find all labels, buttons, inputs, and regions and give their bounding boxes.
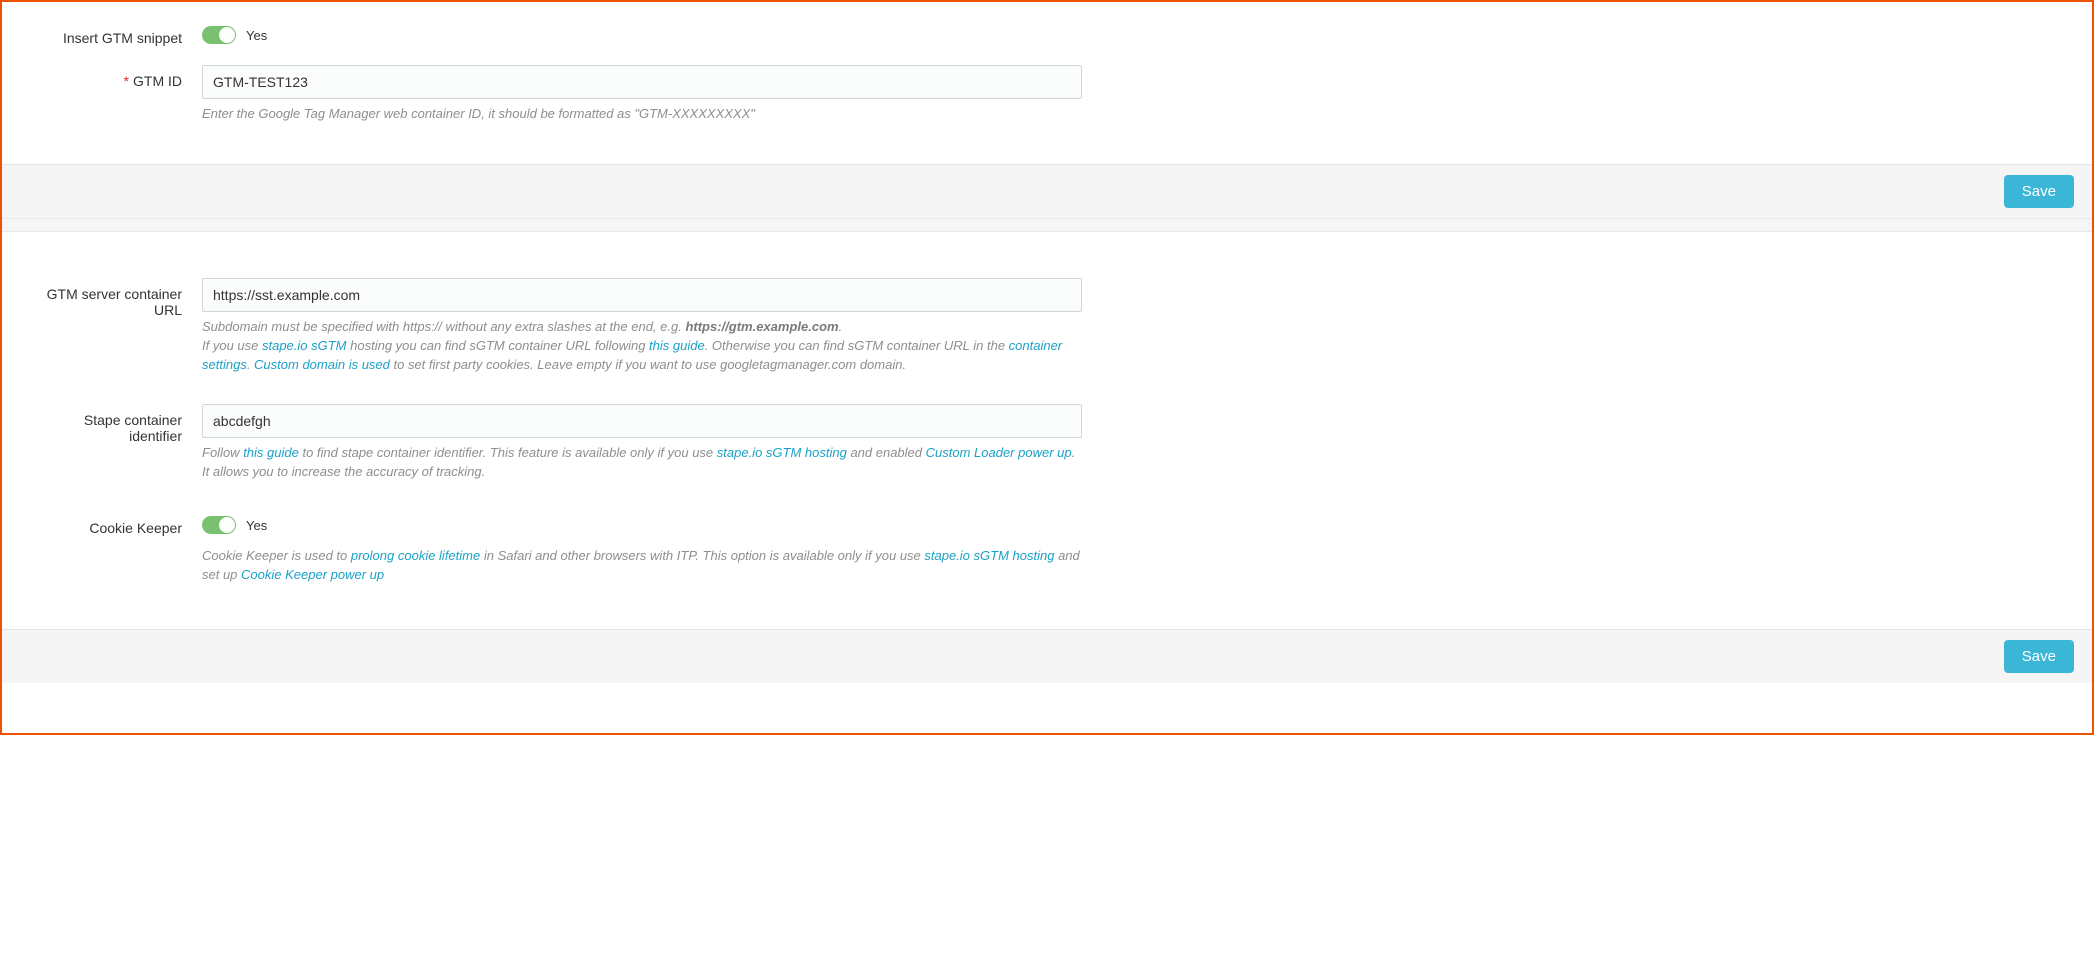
row-stape-id: Stape container identifier Follow this g… <box>32 404 2062 482</box>
row-gtm-id: *GTM ID Enter the Google Tag Manager web… <box>32 65 2062 124</box>
link-this-guide-url[interactable]: this guide <box>649 338 705 353</box>
row-cookie-keeper: Cookie Keeper Yes Cookie Keeper is used … <box>32 512 2062 585</box>
link-stape-hosting-3[interactable]: stape.io sGTM hosting <box>924 548 1054 563</box>
insert-snippet-label: Insert GTM snippet <box>32 22 202 46</box>
section2-footer: Save <box>2 629 2092 683</box>
cookie-keeper-help: Cookie Keeper is used to prolong cookie … <box>202 547 1082 585</box>
insert-snippet-state: Yes <box>246 28 267 43</box>
gtm-snippet-section: Insert GTM snippet Yes *GTM ID Enter the… <box>2 2 2092 164</box>
row-server-url: GTM server container URL Subdomain must … <box>32 278 2062 375</box>
section1-footer: Save <box>2 164 2092 218</box>
gtm-id-input[interactable] <box>202 65 1082 99</box>
settings-panel: Insert GTM snippet Yes *GTM ID Enter the… <box>0 0 2094 735</box>
stape-id-label: Stape container identifier <box>32 404 202 444</box>
gtm-id-help: Enter the Google Tag Manager web contain… <box>202 105 1082 124</box>
link-stape-hosting[interactable]: stape.io sGTM <box>262 338 347 353</box>
insert-snippet-toggle[interactable]: Yes <box>202 26 267 44</box>
stape-id-input[interactable] <box>202 404 1082 438</box>
save-button[interactable]: Save <box>2004 175 2074 208</box>
toggle-icon <box>202 26 236 44</box>
link-custom-domain[interactable]: Custom domain is used <box>254 357 390 372</box>
row-insert-snippet: Insert GTM snippet Yes <box>32 22 2062 47</box>
cookie-keeper-label: Cookie Keeper <box>32 512 202 536</box>
server-url-help: Subdomain must be specified with https:/… <box>202 318 1082 375</box>
save-button[interactable]: Save <box>2004 640 2074 673</box>
toggle-icon <box>202 516 236 534</box>
link-prolong-cookie[interactable]: prolong cookie lifetime <box>351 548 480 563</box>
link-custom-loader[interactable]: Custom Loader power up <box>926 445 1072 460</box>
link-this-guide-stape[interactable]: this guide <box>243 445 299 460</box>
link-cookie-keeper-powerup[interactable]: Cookie Keeper power up <box>241 567 384 582</box>
server-url-label: GTM server container URL <box>32 278 202 318</box>
stape-id-help: Follow this guide to find stape containe… <box>202 444 1082 482</box>
server-url-input[interactable] <box>202 278 1082 312</box>
link-stape-hosting-2[interactable]: stape.io sGTM hosting <box>717 445 847 460</box>
section-gap <box>2 218 2092 232</box>
server-section: GTM server container URL Subdomain must … <box>2 258 2092 629</box>
cookie-keeper-state: Yes <box>246 518 267 533</box>
cookie-keeper-toggle[interactable]: Yes <box>202 516 267 534</box>
gtm-id-label: *GTM ID <box>32 65 202 89</box>
